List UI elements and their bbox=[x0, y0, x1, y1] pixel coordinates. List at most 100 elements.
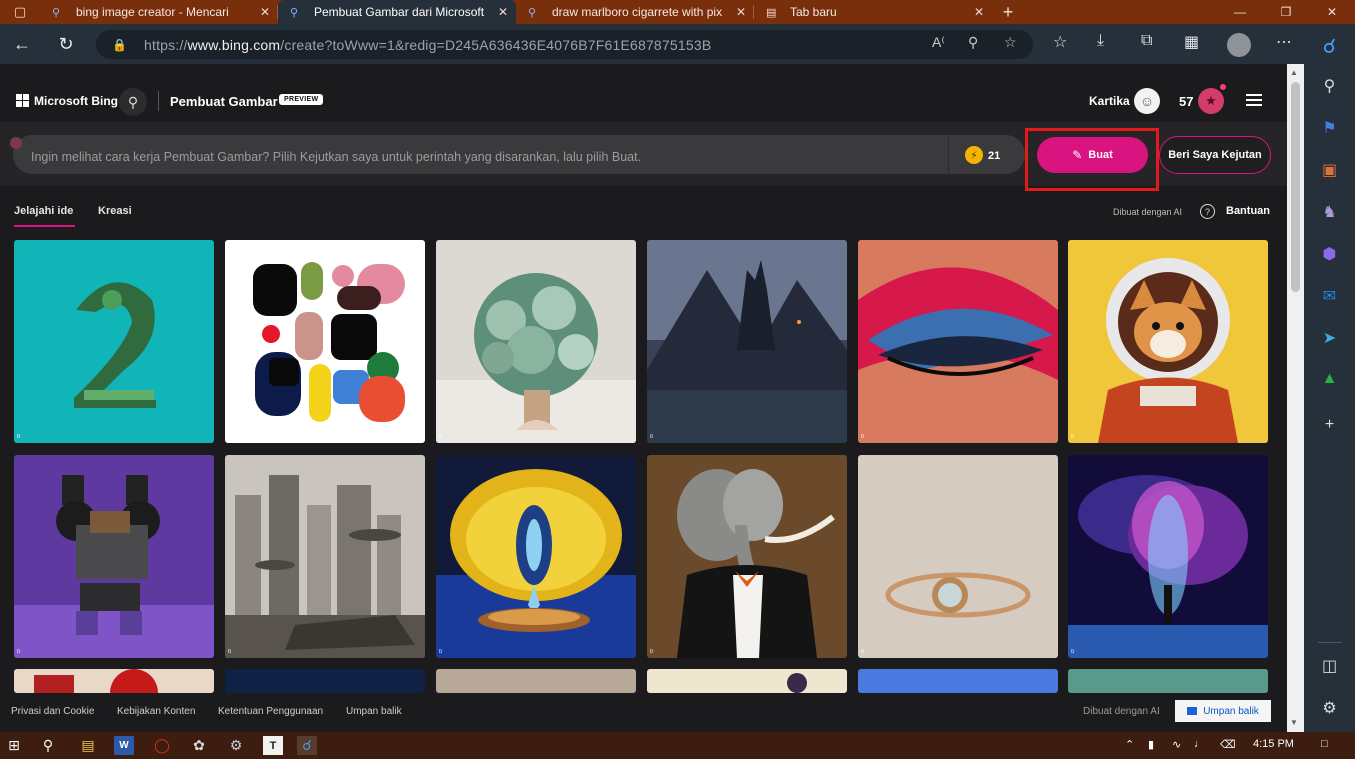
create-button[interactable]: ✎ Buat bbox=[1037, 137, 1148, 173]
restore-icon[interactable]: ❐ bbox=[1263, 0, 1309, 24]
browser-tab-3[interactable]: ⚲ draw marlboro cigarrete with pix ✕ bbox=[516, 0, 754, 24]
gallery-tile[interactable]: b bbox=[858, 455, 1058, 658]
scroll-down-icon[interactable]: ▼ bbox=[1290, 718, 1298, 727]
close-tab-icon[interactable]: ✕ bbox=[974, 5, 984, 19]
gallery-tile[interactable] bbox=[436, 669, 636, 693]
footer-link-terms[interactable]: Ketentuan Penggunaan bbox=[218, 706, 323, 717]
gallery-tile[interactable]: b bbox=[1068, 455, 1268, 658]
drop-icon[interactable]: ➤ bbox=[1304, 328, 1355, 348]
browser-tab-2[interactable]: ⚲ Pembuat Gambar dari Microsoft ✕ bbox=[278, 0, 516, 24]
close-window-icon[interactable]: ✕ bbox=[1309, 0, 1355, 24]
paint-icon[interactable]: ✿ bbox=[189, 736, 209, 755]
outlook-icon[interactable]: ✉ bbox=[1304, 286, 1355, 306]
gallery-tile[interactable]: b bbox=[647, 455, 847, 658]
tile-watermark: b bbox=[650, 649, 654, 655]
search-icon[interactable]: ⚲ bbox=[38, 736, 58, 755]
browser-tab-1[interactable]: ⚲ bing image creator - Mencari ✕ bbox=[40, 0, 278, 24]
battery-icon[interactable]: ▮ bbox=[1148, 738, 1154, 751]
collections-icon[interactable]: ⧉ bbox=[1141, 32, 1152, 50]
search-icon[interactable]: ⚲ bbox=[1304, 76, 1355, 96]
typora-icon[interactable]: T bbox=[263, 736, 283, 755]
tray-chevron-icon[interactable]: ⌃ bbox=[1125, 738, 1134, 751]
tab-explore-ideas[interactable]: Jelajahi ide bbox=[14, 205, 73, 217]
menu-icon[interactable] bbox=[1246, 94, 1262, 106]
favorites-icon[interactable]: ☆ bbox=[1053, 32, 1067, 52]
back-icon[interactable]: ← bbox=[0, 24, 44, 64]
bing-chat-icon[interactable]: ☌ bbox=[1304, 34, 1355, 59]
scroll-up-icon[interactable]: ▲ bbox=[1290, 68, 1298, 77]
new-tab-button[interactable]: + bbox=[992, 0, 1024, 24]
user-avatar-icon[interactable]: ☺ bbox=[1134, 88, 1160, 114]
zoom-out-icon[interactable]: ⚲ bbox=[968, 34, 978, 51]
games-chess-icon[interactable]: ♞ bbox=[1304, 202, 1355, 222]
file-explorer-icon[interactable]: ▤ bbox=[78, 736, 98, 755]
gallery-tile[interactable] bbox=[14, 669, 214, 693]
gallery-tile[interactable] bbox=[225, 669, 425, 693]
add-favorite-icon[interactable]: ☆ bbox=[1004, 34, 1017, 51]
word-icon[interactable]: W bbox=[114, 736, 134, 755]
gallery-tile[interactable]: b bbox=[436, 455, 636, 658]
footer-link-content-policy[interactable]: Kebijakan Konten bbox=[117, 706, 195, 717]
volume-icon[interactable]: ♩ bbox=[1194, 738, 1205, 750]
more-options-icon[interactable]: ⋯ bbox=[1276, 32, 1292, 52]
brand-name[interactable]: Microsoft Bing bbox=[34, 94, 118, 108]
tools-briefcase-icon[interactable]: ▣ bbox=[1304, 160, 1355, 180]
help-icon[interactable]: ? bbox=[1200, 204, 1215, 219]
url-field[interactable]: 🔒 https://www.bing.com/create?toWww=1&re… bbox=[96, 30, 1033, 59]
hide-sidebar-icon[interactable]: ◫ bbox=[1304, 656, 1355, 676]
windows-start-icon[interactable]: ⊞ bbox=[4, 736, 24, 755]
feedback-button[interactable]: Umpan balik bbox=[1175, 700, 1271, 722]
profile-avatar-icon[interactable] bbox=[1227, 33, 1251, 57]
browser-tab-4[interactable]: ▤ Tab baru ✕ bbox=[754, 0, 992, 24]
boost-lightning-icon[interactable]: ⚡ bbox=[965, 146, 983, 164]
page-scrollbar[interactable]: ▲ ▼ bbox=[1287, 64, 1304, 732]
extensions-icon[interactable]: ▦ bbox=[1184, 32, 1199, 52]
gallery-tile[interactable]: b bbox=[1068, 240, 1268, 443]
read-aloud-icon[interactable]: A⁽ bbox=[932, 34, 945, 51]
tree-icon[interactable]: ▲ bbox=[1304, 370, 1355, 388]
close-tab-icon[interactable]: ✕ bbox=[498, 5, 508, 19]
gallery-tile[interactable]: b bbox=[436, 240, 636, 443]
tile-watermark: b bbox=[1071, 649, 1075, 655]
footer-link-privacy[interactable]: Privasi dan Cookie bbox=[11, 706, 94, 717]
wifi-icon[interactable]: ∿ bbox=[1172, 738, 1181, 751]
edge-browser-icon[interactable]: ☌ bbox=[297, 736, 317, 755]
scrollbar-thumb[interactable] bbox=[1291, 82, 1300, 292]
gallery-tile[interactable] bbox=[647, 669, 847, 693]
surprise-me-button[interactable]: Beri Saya Kejutan bbox=[1159, 136, 1271, 174]
rewards-trophy-icon[interactable]: ★ bbox=[1198, 88, 1224, 114]
opera-icon[interactable]: ◯ bbox=[152, 736, 172, 755]
close-tab-icon[interactable]: ✕ bbox=[736, 5, 746, 19]
gallery-tile[interactable]: b bbox=[858, 240, 1058, 443]
gallery-tile[interactable]: b bbox=[647, 240, 847, 443]
footer-link-feedback[interactable]: Umpan balik bbox=[346, 706, 402, 717]
refresh-icon[interactable]: ↻ bbox=[44, 24, 88, 64]
minimize-icon[interactable]: — bbox=[1217, 0, 1263, 24]
user-name[interactable]: Kartika bbox=[1089, 94, 1130, 108]
gallery-tile[interactable]: b bbox=[225, 240, 425, 443]
lock-icon[interactable]: 🔒 bbox=[112, 38, 127, 52]
microsoft-logo-icon[interactable] bbox=[16, 94, 29, 107]
gallery-tile[interactable]: b bbox=[225, 455, 425, 658]
gallery-tile[interactable] bbox=[858, 669, 1058, 693]
steam-icon[interactable]: ⚙ bbox=[226, 736, 246, 755]
gallery-tile[interactable] bbox=[1068, 669, 1268, 693]
taskbar-clock[interactable]: 4:15 PM bbox=[1253, 738, 1294, 750]
shopping-tag-icon[interactable]: ⚑ bbox=[1304, 118, 1355, 138]
tab-creations[interactable]: Kreasi bbox=[98, 205, 132, 217]
search-icon[interactable]: ⚲ bbox=[119, 88, 147, 116]
boost-count[interactable]: 21 bbox=[988, 150, 1000, 162]
product-title[interactable]: Pembuat Gambar bbox=[170, 94, 278, 109]
tab-actions-icon[interactable]: ▢ bbox=[0, 0, 40, 24]
downloads-icon[interactable]: ⤓ bbox=[1097, 32, 1104, 50]
add-sidebar-app-icon[interactable]: + bbox=[1304, 416, 1355, 434]
help-link[interactable]: Bantuan bbox=[1226, 205, 1270, 217]
notifications-icon[interactable]: □ bbox=[1321, 738, 1328, 750]
microsoft-365-icon[interactable]: ⬢ bbox=[1304, 244, 1355, 264]
rewards-points[interactable]: 57 bbox=[1179, 94, 1193, 109]
gallery-tile[interactable]: b bbox=[14, 240, 214, 443]
settings-gear-icon[interactable]: ⚙ bbox=[1304, 698, 1355, 718]
gallery-tile[interactable]: b bbox=[14, 455, 214, 658]
language-icon[interactable]: ⌫ bbox=[1220, 738, 1236, 751]
close-tab-icon[interactable]: ✕ bbox=[260, 5, 270, 19]
